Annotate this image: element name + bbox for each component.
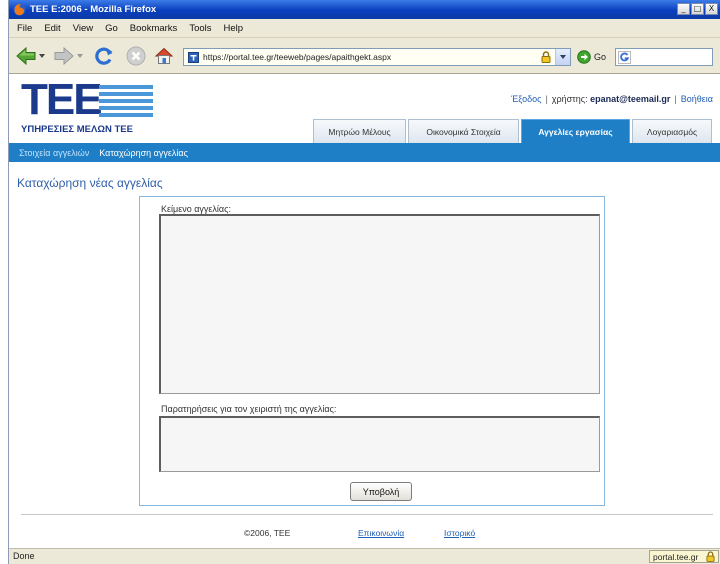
- close-button[interactable]: X: [705, 3, 718, 15]
- tab-member-registry[interactable]: Μητρώο Μέλους: [313, 119, 406, 143]
- search-box[interactable]: [615, 48, 713, 66]
- logout-link[interactable]: Έξοδος: [511, 94, 541, 104]
- google-icon[interactable]: [618, 50, 631, 64]
- forward-history-dropdown[interactable]: [77, 54, 83, 58]
- forward-icon: [54, 46, 74, 66]
- window-controls: _ □ X: [677, 3, 718, 15]
- menu-bar: File Edit View Go Bookmarks Tools Help: [9, 19, 720, 38]
- go-button[interactable]: Go: [577, 48, 611, 66]
- back-button[interactable]: [15, 45, 37, 67]
- status-text: Done: [13, 551, 35, 561]
- ad-text-label: Κείμενο αγγελίας:: [161, 204, 231, 214]
- chevron-down-icon: [560, 55, 566, 59]
- tab-account[interactable]: Λογαριασμός: [632, 119, 712, 143]
- stop-button[interactable]: [125, 45, 147, 67]
- status-host: portal.tee.gr: [653, 551, 699, 562]
- menu-view[interactable]: View: [67, 23, 99, 34]
- maximize-button[interactable]: □: [691, 3, 704, 15]
- home-icon: [154, 47, 174, 64]
- status-bar: Done portal.tee.gr: [9, 548, 720, 564]
- breadcrumb-parent-link[interactable]: Στοιχεία αγγελιών: [19, 148, 89, 158]
- search-input[interactable]: [634, 52, 712, 62]
- footer-contact-link[interactable]: Επικοινωνία: [358, 528, 404, 538]
- stop-icon: [126, 46, 146, 66]
- help-link[interactable]: Βοήθεια: [681, 94, 713, 104]
- separator: |: [545, 94, 548, 104]
- firefox-icon: [13, 3, 26, 16]
- notes-field[interactable]: [159, 416, 600, 472]
- logo-subtitle: ΥΠΗΡΕΣΙΕΣ ΜΕΛΩΝ ΤΕΕ: [21, 124, 133, 135]
- logo-text[interactable]: TEE: [21, 78, 103, 122]
- url-input[interactable]: [203, 50, 541, 64]
- submit-button[interactable]: Υποβολή: [350, 482, 412, 501]
- ad-text-field[interactable]: [159, 214, 600, 394]
- navigation-toolbar: Go: [9, 38, 720, 74]
- go-arrow-icon: [577, 50, 591, 64]
- address-bar[interactable]: [183, 48, 571, 66]
- breadcrumb-current: Καταχώρηση αγγελίας: [99, 147, 188, 158]
- menu-bookmarks[interactable]: Bookmarks: [124, 23, 184, 34]
- user-label: χρήστης:: [551, 94, 588, 104]
- minimize-button[interactable]: _: [677, 3, 690, 15]
- menu-tools[interactable]: Tools: [183, 23, 217, 34]
- tab-financial-data[interactable]: Οικονομικά Στοιχεία: [408, 119, 519, 143]
- home-button[interactable]: [153, 45, 175, 67]
- main-tabs: Μητρώο Μέλους Οικονομικά Στοιχεία Αγγελί…: [313, 119, 712, 143]
- menu-help[interactable]: Help: [218, 23, 250, 34]
- user-email: epanat@teemail.gr: [590, 94, 671, 104]
- user-links: Έξοδος | χρήστης: epanat@teemail.gr | Βοήθει…: [511, 94, 713, 104]
- page-title: Καταχώρηση νέας αγγελίας: [17, 176, 163, 190]
- browser-window: ΤΕΕ Ε:2006 - Mozilla Firefox _ □ X File …: [8, 0, 720, 564]
- footer-divider: [21, 514, 713, 515]
- window-titlebar[interactable]: ΤΕΕ Ε:2006 - Mozilla Firefox _ □ X: [9, 0, 720, 19]
- menu-edit[interactable]: Edit: [38, 23, 66, 34]
- separator: |: [674, 94, 677, 104]
- forward-button[interactable]: [53, 45, 75, 67]
- back-history-dropdown[interactable]: [39, 54, 45, 58]
- page-content: TEE ΥΠΗΡΕΣΙΕΣ ΜΕΛΩΝ ΤΕΕ Έξοδος | χρήστης: …: [9, 74, 720, 548]
- footer-history-link[interactable]: Ιστορικό: [444, 528, 475, 538]
- footer-copyright: ©2006, ΤΕΕ: [244, 528, 291, 538]
- new-ad-form: Κείμενο αγγελίας: Παρατηρήσεις για τον χ…: [139, 196, 605, 506]
- lock-icon: [706, 551, 715, 562]
- tab-job-ads[interactable]: Αγγελίες εργασίας: [521, 119, 630, 143]
- reload-icon: [95, 47, 113, 65]
- window-title: ΤΕΕ Ε:2006 - Mozilla Firefox: [30, 4, 157, 15]
- breadcrumb: Στοιχεία αγγελιών Καταχώρηση αγγελίας: [9, 143, 720, 162]
- lock-icon[interactable]: [541, 51, 551, 63]
- back-icon: [16, 46, 36, 66]
- address-history-dropdown[interactable]: [555, 49, 570, 65]
- notes-label: Παρατηρήσεις για τον χειριστή της αγγελί…: [161, 404, 337, 414]
- go-label: Go: [594, 52, 607, 62]
- secure-site-indicator[interactable]: portal.tee.gr: [649, 550, 719, 563]
- reload-button[interactable]: [93, 45, 115, 67]
- menu-go[interactable]: Go: [99, 23, 124, 34]
- menu-file[interactable]: File: [11, 23, 38, 34]
- logo-stripes: [99, 85, 153, 118]
- site-favicon-icon: [188, 51, 199, 63]
